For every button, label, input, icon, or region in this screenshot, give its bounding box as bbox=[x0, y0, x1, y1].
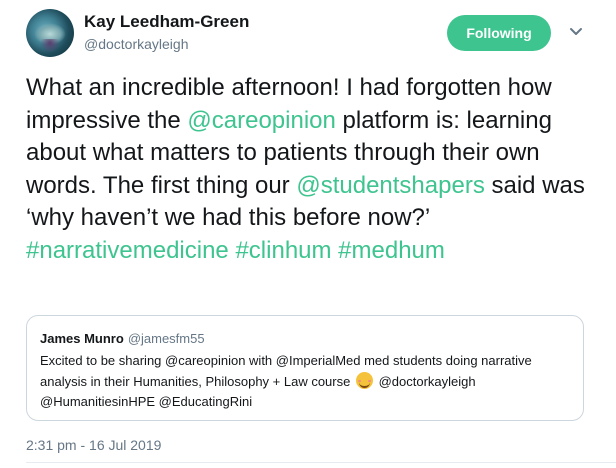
avatar[interactable] bbox=[26, 9, 74, 57]
quoted-tweet[interactable]: James Munro @jamesfm55 Excited to be shar… bbox=[26, 315, 584, 421]
tweet-timestamp[interactable]: 2:31 pm - 16 Jul 2019 bbox=[26, 437, 161, 453]
hashtag-link[interactable]: #clinhum bbox=[235, 237, 331, 264]
quoted-author-handle: @jamesfm55 bbox=[127, 331, 205, 346]
hashtag-link[interactable]: #medhum bbox=[338, 237, 445, 264]
chevron-down-icon[interactable] bbox=[567, 22, 585, 40]
author-handle[interactable]: @doctorkayleigh bbox=[84, 36, 189, 52]
quoted-author-name: James Munro bbox=[40, 331, 124, 346]
quoted-tweet-text: Excited to be sharing @careopinion with … bbox=[40, 351, 575, 413]
tweet-text: What an incredible afternoon! I had forg… bbox=[26, 72, 601, 267]
quoted-tweet-header: James Munro @jamesfm55 bbox=[40, 331, 205, 346]
smiling-face-icon bbox=[355, 371, 373, 389]
following-button[interactable]: Following bbox=[447, 15, 551, 51]
hashtag-link[interactable]: #narrativemedicine bbox=[26, 237, 229, 264]
divider bbox=[26, 462, 616, 463]
mention-link[interactable]: @careopinion bbox=[187, 107, 335, 134]
author-name[interactable]: Kay Leedham-Green bbox=[84, 12, 249, 32]
mention-link[interactable]: @studentshapers bbox=[296, 172, 484, 199]
